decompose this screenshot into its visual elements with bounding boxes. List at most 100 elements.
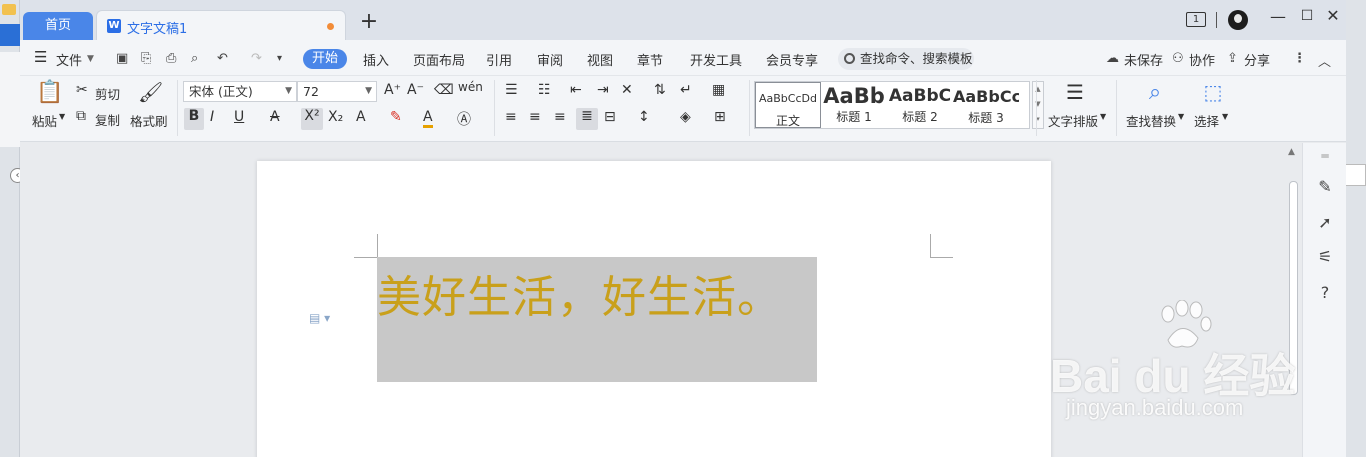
character-border-icon[interactable]: Ⓐ xyxy=(457,109,471,129)
menu-developer-tools[interactable]: 开发工具 xyxy=(690,50,742,69)
document-page[interactable]: 美好生活，好生活。 ▤ ▾ xyxy=(257,161,1051,457)
numbering-icon[interactable]: ☷ xyxy=(538,82,551,98)
superscript-icon[interactable]: X² xyxy=(301,108,323,130)
chinese-layout-icon[interactable]: ✕ xyxy=(621,82,633,98)
collaborate-icon: ⚇ xyxy=(1172,51,1184,66)
shading-icon[interactable]: ◈ xyxy=(680,109,691,125)
divider xyxy=(1116,80,1117,136)
select-button[interactable]: 选择 xyxy=(1194,111,1219,130)
text-layout-icon[interactable]: ☰ xyxy=(1060,80,1090,104)
font-color-icon[interactable]: A xyxy=(423,109,433,128)
select-icon[interactable]: ⬚ xyxy=(1198,80,1228,104)
style-normal[interactable]: AaBbCcDd 正文 xyxy=(755,82,821,128)
redo-icon[interactable]: ↷ xyxy=(251,51,262,66)
scroll-up-icon[interactable]: ▲ xyxy=(1288,147,1295,157)
paste-dropdown-icon[interactable]: ▼ xyxy=(59,112,65,121)
clear-format-icon[interactable]: ⌫ xyxy=(434,82,454,98)
find-replace-button[interactable]: 查找替换 xyxy=(1126,111,1176,130)
settings-sliders-icon[interactable]: ⚟ xyxy=(1315,247,1335,267)
paragraph-layout-icon[interactable]: ▤ ▾ xyxy=(309,311,330,325)
bullets-icon[interactable]: ☰ xyxy=(505,82,518,98)
scrollbar-thumb[interactable] xyxy=(1289,181,1298,395)
align-right-icon[interactable]: ≡ xyxy=(554,109,566,125)
document-text[interactable]: 美好生活，好生活。 xyxy=(377,261,782,325)
show-hide-marks-icon[interactable]: ↵ xyxy=(680,82,692,98)
find-replace-icon[interactable]: ⌕ xyxy=(1140,80,1170,105)
help-icon[interactable]: ? xyxy=(1315,283,1335,303)
close-button[interactable]: ✕ xyxy=(1325,6,1341,26)
style-heading-1[interactable]: AaBb 标题 1 xyxy=(821,82,887,128)
table-lines-icon[interactable]: ▦ xyxy=(712,82,725,98)
bold-icon[interactable]: B xyxy=(184,108,204,130)
sort-icon[interactable]: ⇅ xyxy=(654,82,666,98)
collapse-ribbon-icon[interactable]: ︿ xyxy=(1318,51,1331,70)
cloud-icon: ☁ xyxy=(1106,51,1119,66)
new-tab-button[interactable]: + xyxy=(358,11,380,34)
font-size-select[interactable]: 72 ▼ xyxy=(297,81,377,102)
menu-section[interactable]: 章节 xyxy=(637,50,663,69)
highlight-icon[interactable]: ✎ xyxy=(390,109,402,125)
chevron-down-icon[interactable]: ▼ xyxy=(87,54,94,64)
pen-icon[interactable]: ✎ xyxy=(1315,177,1335,197)
underline-icon[interactable]: U xyxy=(234,109,244,125)
minimize-button[interactable]: — xyxy=(1270,7,1286,27)
format-painter-button[interactable]: 格式刷 xyxy=(130,111,168,130)
hamburger-icon[interactable]: ☰ xyxy=(34,48,47,66)
style-heading-2[interactable]: AaBbC 标题 2 xyxy=(887,82,953,128)
strikethrough-icon[interactable]: A xyxy=(270,109,280,125)
undo-icon[interactable]: ↶ xyxy=(217,51,228,66)
unsaved-status[interactable]: 未保存 xyxy=(1124,50,1163,69)
menu-review[interactable]: 审阅 xyxy=(537,50,563,69)
copy-button[interactable]: 复制 xyxy=(95,110,120,129)
cursor-icon[interactable]: ➚ xyxy=(1315,213,1335,233)
menu-home[interactable]: 开始 xyxy=(303,49,347,69)
collaborate-button[interactable]: 协作 xyxy=(1189,50,1215,69)
format-painter-icon[interactable]: 🖌 xyxy=(138,80,163,104)
command-search[interactable]: 查找命令、搜索模板 xyxy=(838,48,974,70)
share-button[interactable]: 分享 xyxy=(1244,50,1270,69)
justify-icon[interactable]: ≣ xyxy=(576,108,598,130)
align-left-icon[interactable]: ≡ xyxy=(505,109,517,125)
export-pdf-icon[interactable]: ⎘ xyxy=(141,51,151,66)
subscript-icon[interactable]: X₂ xyxy=(328,109,343,125)
font-family-select[interactable]: 宋体 (正文) ▼ xyxy=(183,81,297,102)
cut-button[interactable]: 剪切 xyxy=(95,84,120,103)
pane-handle-icon[interactable]: ═ xyxy=(1315,149,1335,169)
increase-indent-icon[interactable]: ⇥ xyxy=(597,82,609,98)
chevron-down-icon[interactable]: ▼ xyxy=(1100,112,1106,121)
styles-gallery-scroll[interactable]: ▲ ▼ ▾ xyxy=(1032,81,1044,129)
menu-view[interactable]: 视图 xyxy=(587,50,613,69)
distributed-align-icon[interactable]: ⊟ xyxy=(604,109,616,125)
paste-icon[interactable]: 📋 xyxy=(36,80,64,105)
italic-icon[interactable]: I xyxy=(210,109,214,125)
style-heading-3[interactable]: AaBbCc 标题 3 xyxy=(953,82,1019,128)
menu-insert[interactable]: 插入 xyxy=(363,50,389,69)
decrease-font-icon[interactable]: A⁻ xyxy=(407,82,424,98)
avatar[interactable] xyxy=(1228,10,1248,30)
menu-references[interactable]: 引用 xyxy=(486,50,512,69)
tab-home[interactable]: 首页 xyxy=(23,12,93,40)
text-layout-button[interactable]: 文字排版 xyxy=(1048,111,1098,130)
quick-access-more-icon[interactable]: ▾ xyxy=(277,53,282,64)
save-icon[interactable]: ▣ xyxy=(116,51,128,66)
borders-icon[interactable]: ⊞ xyxy=(714,109,726,125)
phonetic-guide-icon[interactable]: wén xyxy=(458,80,483,94)
decrease-indent-icon[interactable]: ⇤ xyxy=(570,82,582,98)
menu-member[interactable]: 会员专享 xyxy=(766,50,818,69)
increase-font-icon[interactable]: A⁺ xyxy=(384,82,401,98)
text-effect-icon[interactable]: A xyxy=(356,109,366,125)
more-options-icon[interactable]: ⋮ xyxy=(1293,51,1306,66)
line-spacing-icon[interactable]: ↕ xyxy=(638,109,650,125)
window-count-badge[interactable]: 1 xyxy=(1186,12,1206,27)
chevron-down-icon[interactable]: ▼ xyxy=(1178,112,1184,121)
chevron-down-icon[interactable]: ▼ xyxy=(1222,112,1228,121)
tab-document[interactable]: W 文字文稿1 xyxy=(96,10,346,40)
menu-page-layout[interactable]: 页面布局 xyxy=(413,50,465,69)
vertical-scrollbar[interactable]: ▲ xyxy=(1286,143,1300,457)
print-preview-icon[interactable]: ⌕ xyxy=(191,51,198,66)
print-icon[interactable]: ⎙ xyxy=(166,51,176,66)
align-center-icon[interactable]: ≡ xyxy=(529,109,541,125)
maximize-button[interactable]: ☐ xyxy=(1299,8,1315,28)
menu-file[interactable]: 文件 xyxy=(56,50,82,69)
paste-button[interactable]: 粘贴 xyxy=(32,111,57,130)
